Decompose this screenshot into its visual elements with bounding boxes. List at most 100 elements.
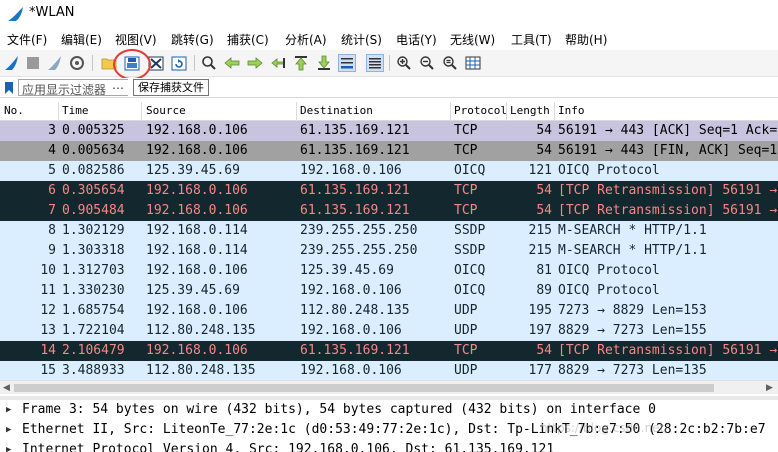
reload-file-icon[interactable] [170, 54, 188, 72]
column-divider[interactable] [58, 102, 59, 121]
column-header-destination[interactable]: Destination [300, 104, 373, 117]
cell-no: 5 [48, 163, 56, 178]
menu-tools[interactable]: 工具(T) [511, 31, 552, 48]
colorize-list-icon[interactable] [366, 54, 384, 72]
expand-arrow-icon[interactable]: ▶ [6, 400, 11, 420]
menu-telephony[interactable]: 电话(Y) [396, 31, 437, 48]
cell-source: 192.168.0.114 [146, 243, 248, 258]
cell-destination: 192.168.0.106 [300, 283, 402, 298]
cell-length: 81 [536, 263, 552, 278]
cell-protocol: TCP [454, 143, 478, 158]
packet-row[interactable]: 15 3.488933 112.80.248.135 192.168.0.106… [0, 361, 778, 381]
packet-row[interactable]: 6 0.305654 192.168.0.106 61.135.169.121 … [0, 181, 778, 201]
column-header-source[interactable]: Source [146, 104, 186, 117]
packet-row[interactable]: 9 1.303318 192.168.0.114 239.255.255.250… [0, 241, 778, 261]
detail-row[interactable]: ▶ Frame 3: 54 bytes on wire (432 bits), … [0, 400, 778, 420]
cell-time: 1.312703 [62, 263, 125, 278]
column-divider[interactable] [296, 102, 297, 121]
resize-columns-icon[interactable] [464, 54, 482, 72]
expand-arrow-icon[interactable]: ▶ [6, 420, 11, 440]
menu-bar: 文件(F) 编辑(E) 视图(V) 跳转(G) 捕获(C) 分析(A) 统计(S… [0, 28, 778, 50]
bookmark-icon[interactable] [4, 80, 14, 99]
cell-destination: 61.135.169.121 [300, 343, 410, 358]
go-forward-arrow-icon[interactable] [246, 54, 264, 72]
normal-size-icon[interactable] [441, 54, 459, 72]
column-divider[interactable] [450, 102, 451, 121]
column-header-no[interactable]: No. [4, 104, 24, 117]
packet-row[interactable]: 3 0.005325 192.168.0.106 61.135.169.121 … [0, 121, 778, 141]
cell-time: 1.685754 [62, 303, 125, 318]
column-header-protocol[interactable]: Protocol [454, 104, 507, 117]
column-divider[interactable] [554, 102, 555, 121]
menu-go[interactable]: 跳转(G) [171, 31, 214, 48]
cell-length: 54 [536, 343, 552, 358]
packet-row[interactable]: 12 1.685754 192.168.0.106 112.80.248.135… [0, 301, 778, 321]
scroll-right-icon[interactable]: ▶ [766, 383, 773, 393]
filter-more-button[interactable]: … [112, 78, 124, 92]
menu-help[interactable]: 帮助(H) [565, 31, 607, 48]
cell-no: 3 [48, 123, 56, 138]
cell-info: 8829 → 7273 Len=135 [558, 363, 707, 378]
stop-capture-icon[interactable] [24, 54, 42, 72]
packet-row[interactable]: 14 2.106479 192.168.0.106 61.135.169.121… [0, 341, 778, 361]
zoom-in-icon[interactable] [395, 54, 413, 72]
menu-edit[interactable]: 编辑(E) [61, 31, 102, 48]
title-bar: *WLAN [0, 0, 778, 28]
cell-protocol: TCP [454, 203, 478, 218]
menu-view[interactable]: 视图(V) [115, 31, 157, 48]
scroll-left-icon[interactable]: ◀ [3, 383, 10, 393]
last-packet-icon[interactable] [315, 54, 333, 72]
zoom-out-icon[interactable] [418, 54, 436, 72]
restart-capture-fin-icon[interactable] [46, 54, 64, 72]
cell-protocol: SSDP [454, 223, 486, 238]
cell-info: 8829 → 7273 Len=155 [558, 323, 707, 338]
first-packet-icon[interactable] [292, 54, 310, 72]
column-header-time[interactable]: Time [62, 104, 89, 117]
cell-protocol: OICQ [454, 163, 486, 178]
cell-protocol: TCP [454, 183, 478, 198]
packet-row[interactable]: 5 0.082586 125.39.45.69 192.168.0.106 OI… [0, 161, 778, 181]
cell-time: 1.330230 [62, 283, 125, 298]
scroll-thumb[interactable] [14, 384, 714, 392]
packet-row[interactable]: 10 1.312703 192.168.0.106 125.39.45.69 O… [0, 261, 778, 281]
cell-source: 192.168.0.106 [146, 303, 248, 318]
menu-wireless[interactable]: 无线(W) [450, 31, 495, 48]
cell-info: OICQ Protocol [558, 283, 660, 298]
expand-arrow-icon[interactable]: ▶ [6, 440, 11, 452]
start-capture-fin-icon[interactable] [3, 54, 21, 72]
go-back-arrow-icon[interactable] [223, 54, 241, 72]
capture-options-gear-icon[interactable] [68, 54, 86, 72]
packet-row[interactable]: 4 0.005634 192.168.0.106 61.135.169.121 … [0, 141, 778, 161]
packet-row[interactable]: 11 1.330230 125.39.45.69 192.168.0.106 O… [0, 281, 778, 301]
packet-list-hscrollbar[interactable]: ◀ ▶ [0, 380, 778, 394]
menu-statistics[interactable]: 统计(S) [341, 31, 382, 48]
cell-info: M-SEARCH * HTTP/1.1 [558, 223, 707, 238]
cell-length: 54 [536, 123, 552, 138]
packet-row[interactable]: 7 0.905484 192.168.0.106 61.135.169.121 … [0, 201, 778, 221]
cell-info: [TCP Retransmission] 56191 → [558, 183, 778, 198]
go-to-packet-icon[interactable] [269, 54, 287, 72]
watermark: https://blog.csdn.net/ [540, 421, 669, 435]
cell-destination: 192.168.0.106 [300, 163, 402, 178]
cell-protocol: OICQ [454, 283, 486, 298]
column-header-length[interactable]: Length [510, 104, 550, 117]
packet-row[interactable]: 8 1.302129 192.168.0.114 239.255.255.250… [0, 221, 778, 241]
packet-row[interactable]: 13 1.722104 112.80.248.135 192.168.0.106… [0, 321, 778, 341]
column-divider[interactable] [506, 102, 507, 121]
column-header-info[interactable]: Info [558, 104, 585, 117]
cell-source: 112.80.248.135 [146, 363, 256, 378]
column-divider[interactable] [141, 102, 142, 121]
menu-file[interactable]: 文件(F) [7, 31, 47, 48]
cell-no: 13 [40, 323, 56, 338]
find-packet-search-icon[interactable] [200, 54, 218, 72]
menu-capture[interactable]: 捕获(C) [227, 31, 269, 48]
menu-analyze[interactable]: 分析(A) [285, 31, 327, 48]
cell-time: 0.305654 [62, 183, 125, 198]
cell-protocol: TCP [454, 123, 478, 138]
cell-source: 192.168.0.114 [146, 223, 248, 238]
detail-row[interactable]: ▶ Internet Protocol Version 4, Src: 192.… [0, 440, 778, 452]
cell-info: OICQ Protocol [558, 163, 660, 178]
cell-destination: 239.255.255.250 [300, 223, 418, 238]
autoscroll-icon[interactable] [338, 54, 356, 72]
display-filter-bar: 应用显示过滤器 … [0, 78, 778, 98]
